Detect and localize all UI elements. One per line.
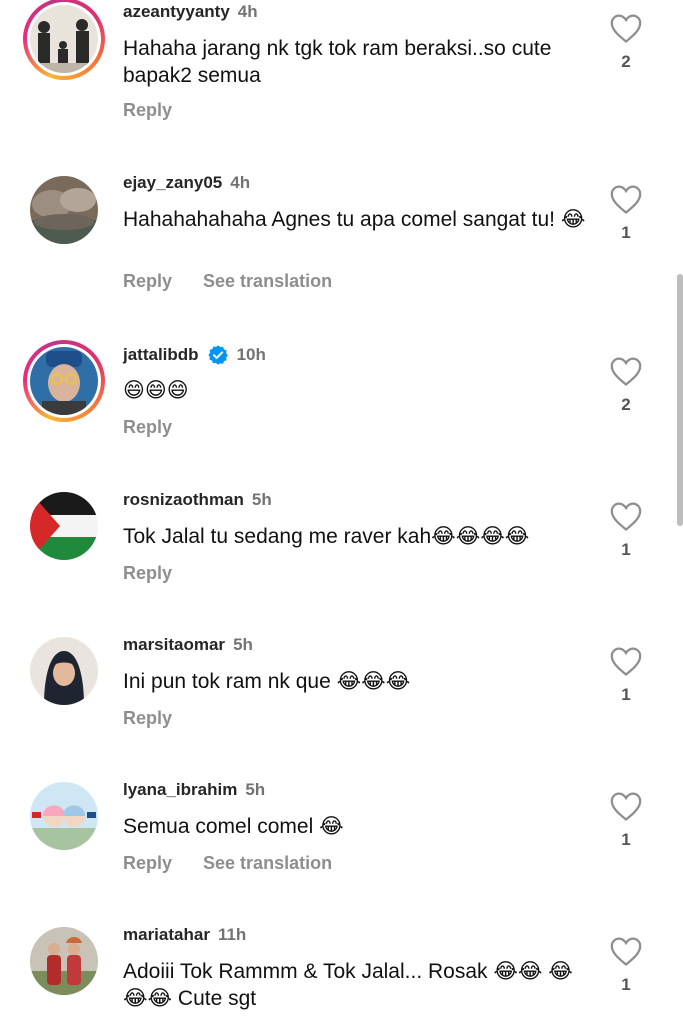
like-count: 2 xyxy=(621,395,631,414)
timestamp: 5h xyxy=(251,490,272,509)
like-count: 1 xyxy=(621,830,631,849)
comment-item: mariatahar 11h Adoiii Tok Rammm & Tok Ja… xyxy=(0,922,683,1024)
like-count: 1 xyxy=(621,685,631,704)
avatar-image xyxy=(30,782,98,850)
avatar-image xyxy=(30,347,98,415)
avatar[interactable] xyxy=(23,0,105,80)
comment-item: ejay_zany05 4h Hahahahahaha Agnes tu apa… xyxy=(0,170,683,320)
username[interactable]: azeantyyanty xyxy=(123,2,230,22)
comment-meta: jattalibdb 10h xyxy=(123,344,266,366)
comment-text: Semua comel comel 😂 xyxy=(123,815,344,838)
comment-meta: marsitaomar 5h xyxy=(123,635,253,655)
reply-button[interactable]: Reply xyxy=(123,100,172,121)
like-count: 1 xyxy=(621,975,631,994)
username[interactable]: rosnizaothman xyxy=(123,490,244,510)
scrollbar-thumb[interactable] xyxy=(677,274,683,526)
reply-button[interactable]: Reply xyxy=(123,563,172,584)
like-button[interactable]: 1 xyxy=(608,183,644,243)
reply-button[interactable]: Reply xyxy=(123,708,172,729)
heart-outline-icon xyxy=(610,14,642,43)
username[interactable]: lyana_ibrahim xyxy=(123,780,237,800)
reply-button[interactable]: Reply xyxy=(123,417,172,438)
verified-badge-icon xyxy=(207,345,228,365)
heart-outline-icon xyxy=(610,357,642,386)
avatar-image xyxy=(30,176,98,244)
timestamp: 11h xyxy=(217,925,247,944)
comment-item: jattalibdb 10h 😄😄😄 Reply 2 xyxy=(0,340,683,481)
timestamp: 4h xyxy=(237,2,258,21)
heart-outline-icon xyxy=(610,185,642,214)
see-translation-button[interactable]: See translation xyxy=(203,271,332,292)
comment-text: Tok Jalal tu sedang me raver kah😂😂😂😂 xyxy=(123,525,530,548)
like-count: 1 xyxy=(621,540,631,559)
avatar[interactable] xyxy=(30,782,98,850)
heart-outline-icon xyxy=(610,647,642,676)
like-button[interactable]: 2 xyxy=(608,12,644,72)
heart-outline-icon xyxy=(610,937,642,966)
comment-meta: azeantyyanty 4h xyxy=(123,2,258,22)
like-button[interactable]: 1 xyxy=(608,500,644,560)
avatar-image xyxy=(30,5,98,73)
comment-text: Ini pun tok ram nk que 😂😂😂 xyxy=(123,670,411,693)
like-button[interactable]: 1 xyxy=(608,645,644,705)
timestamp: 5h xyxy=(233,635,253,654)
like-count: 1 xyxy=(621,223,631,242)
like-button[interactable]: 1 xyxy=(608,935,644,995)
username[interactable]: mariatahar xyxy=(123,925,210,945)
reply-button[interactable]: Reply xyxy=(123,853,172,874)
avatar[interactable] xyxy=(30,176,98,244)
comments-list: azeantyyanty 4h Hahaha jarang nk tgk tok… xyxy=(0,0,683,1024)
comment-meta: mariatahar 11h xyxy=(123,925,246,945)
avatar[interactable] xyxy=(30,492,98,560)
avatar-image xyxy=(30,637,98,705)
timestamp: 10h xyxy=(236,345,266,364)
avatar[interactable] xyxy=(30,927,98,995)
comment-text: Adoiii Tok Rammm & Tok Jalal... Rosak 😂😂… xyxy=(123,960,573,1010)
comment-text: 😄😄😄 xyxy=(123,379,189,402)
comment-text: Hahahahahaha Agnes tu apa comel sangat t… xyxy=(123,208,586,231)
comment-meta: ejay_zany05 4h xyxy=(123,173,250,193)
timestamp: 4h xyxy=(230,173,251,192)
heart-outline-icon xyxy=(610,502,642,531)
comment-meta: lyana_ibrahim 5h xyxy=(123,780,265,800)
timestamp: 5h xyxy=(245,780,266,799)
like-button[interactable]: 2 xyxy=(608,355,644,415)
username[interactable]: ejay_zany05 xyxy=(123,173,222,193)
username[interactable]: marsitaomar xyxy=(123,635,225,655)
username[interactable]: jattalibdb xyxy=(123,345,199,365)
avatar-image xyxy=(30,492,98,560)
like-button[interactable]: 1 xyxy=(608,790,644,850)
avatar[interactable] xyxy=(23,340,105,422)
comment-text: Hahaha jarang nk tgk tok ram beraksi..so… xyxy=(123,37,552,87)
comment-item: azeantyyanty 4h Hahaha jarang nk tgk tok… xyxy=(0,0,683,160)
reply-button[interactable]: Reply xyxy=(123,271,172,292)
avatar[interactable] xyxy=(30,637,98,705)
comment-meta: rosnizaothman 5h xyxy=(123,490,272,510)
avatar-image xyxy=(30,927,98,995)
comment-item: marsitaomar 5h Ini pun tok ram nk que 😂😂… xyxy=(0,632,683,772)
like-count: 2 xyxy=(621,52,631,71)
heart-outline-icon xyxy=(610,792,642,821)
comment-item: lyana_ibrahim 5h Semua comel comel 😂 Rep… xyxy=(0,777,683,917)
comment-item: rosnizaothman 5h Tok Jalal tu sedang me … xyxy=(0,487,683,627)
see-translation-button[interactable]: See translation xyxy=(203,853,332,874)
